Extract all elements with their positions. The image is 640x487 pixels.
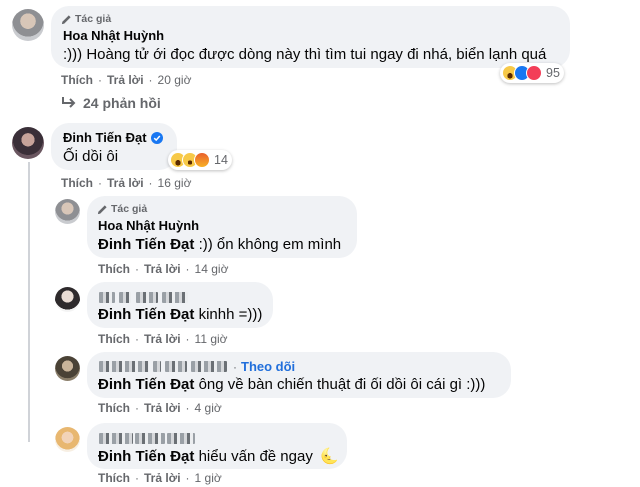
reply-link[interactable]: Trả lời [107,176,144,190]
reply-body: :)) ổn không em mình [194,236,342,253]
reply-actions: Thích · Trả lời · 4 giờ [98,401,222,415]
reply-link[interactable]: Trả lời [144,471,181,485]
comment-bubble: Đinh Tiến Đạt Ối dồi ôi [51,123,177,170]
reaction-summary[interactable]: 14 [168,150,232,170]
comment-author[interactable]: Đinh Tiến Đạt [63,130,163,145]
reply-author-obscured[interactable] [99,289,189,307]
reaction-count: 14 [214,153,228,167]
reply-body: hiểu vấn đề ngay [194,448,313,465]
view-replies-link[interactable]: 24 phản hồi [61,95,161,111]
love-icon [526,65,542,81]
reply-link[interactable]: Trả lời [107,73,144,87]
like-link[interactable]: Thích [61,73,93,87]
angry-icon [194,152,210,168]
reaction-count: 95 [546,66,560,80]
follow-button[interactable]: Theo dõi [241,359,295,374]
like-link[interactable]: Thích [98,471,130,485]
author-name[interactable]: Đinh Tiến Đạt [63,130,147,145]
pencil-icon [97,204,107,214]
author-badge: Tác giả [97,203,147,215]
reply-body: ông về bàn chiến thuật đi ối dồi ôi cái … [194,376,486,393]
reply-author-obscured: · Theo dõi [99,359,295,374]
comment-bubble: Tác giả Hoa Nhật Huỳnh :))) Hoàng tử ới … [51,6,570,68]
reply-link[interactable]: Trả lời [144,262,181,276]
avatar[interactable] [55,199,80,224]
like-link[interactable]: Thích [61,176,93,190]
view-replies-label: 24 phản hồi [83,95,161,111]
reply-bubble: Đinh Tiến Đạt kinhh =))) [87,282,273,328]
mention-link[interactable]: Đinh Tiến Đạt [98,448,194,465]
comment-text: Ối dồi ôi [63,148,119,165]
reply-actions: Thích · Trả lời · 11 giờ [98,332,228,346]
reply-text: Đinh Tiến Đạt ông về bàn chiến thuật đi … [98,376,485,393]
like-link[interactable]: Thích [98,332,130,346]
comment-text: :))) Hoàng tử ới đọc được dòng này thì t… [63,46,547,63]
comment-actions: Thích · Trả lời · 16 giờ [61,176,192,190]
comment-author[interactable]: Hoa Nhật Huỳnh [63,28,164,43]
like-link[interactable]: Thích [98,401,130,415]
reply-link[interactable]: Trả lời [144,332,181,346]
reply-author[interactable]: Hoa Nhật Huỳnh [98,218,199,233]
mention-link[interactable]: Đinh Tiến Đạt [98,236,194,253]
reply-bubble: Tác giả Hoa Nhật Huỳnh Đinh Tiến Đạt :))… [87,196,357,258]
mention-link[interactable]: Đinh Tiến Đạt [98,306,194,323]
timestamp[interactable]: 11 giờ [195,332,228,346]
avatar[interactable] [55,427,80,452]
timestamp[interactable]: 16 giờ [158,176,192,190]
verified-icon [150,131,163,144]
reply-actions: Thích · Trả lời · 14 giờ [98,262,229,276]
timestamp[interactable]: 20 giờ [158,73,192,87]
reply-bubble: · Theo dõi Đinh Tiến Đạt ông về bàn chiế… [87,352,511,398]
thread-line [28,162,30,442]
pencil-icon [61,14,71,24]
reply-bubble: Đinh Tiến Đạt hiểu vấn đề ngay 🌜 [87,423,347,469]
reply-text: Đinh Tiến Đạt kinhh =))) [98,306,262,323]
comment-actions: Thích · Trả lời · 20 giờ [61,73,192,87]
reply-author-obscured[interactable] [99,430,195,448]
author-badge: Tác giả [61,13,111,25]
avatar[interactable] [12,9,44,41]
badge-label: Tác giả [75,13,112,25]
mention-link[interactable]: Đinh Tiến Đạt [98,376,194,393]
reply-text: Đinh Tiến Đạt :)) ổn không em mình [98,236,341,253]
avatar[interactable] [55,287,80,312]
reply-actions: Thích · Trả lời · 1 giờ [98,471,222,485]
timestamp[interactable]: 4 giờ [195,401,222,415]
reply-link[interactable]: Trả lời [144,401,181,415]
reply-body: kinhh =))) [194,306,263,323]
like-link[interactable]: Thích [98,262,130,276]
moon-emoji: 🌜 [320,448,339,465]
reply-text: Đinh Tiến Đạt hiểu vấn đề ngay 🌜 [98,447,339,465]
reply-arrow-icon [62,97,76,108]
avatar[interactable] [55,356,80,381]
timestamp[interactable]: 14 giờ [195,262,229,276]
badge-label: Tác giả [111,203,148,215]
avatar[interactable] [12,127,44,159]
timestamp[interactable]: 1 giờ [195,471,222,485]
reaction-summary[interactable]: 95 [500,63,564,83]
